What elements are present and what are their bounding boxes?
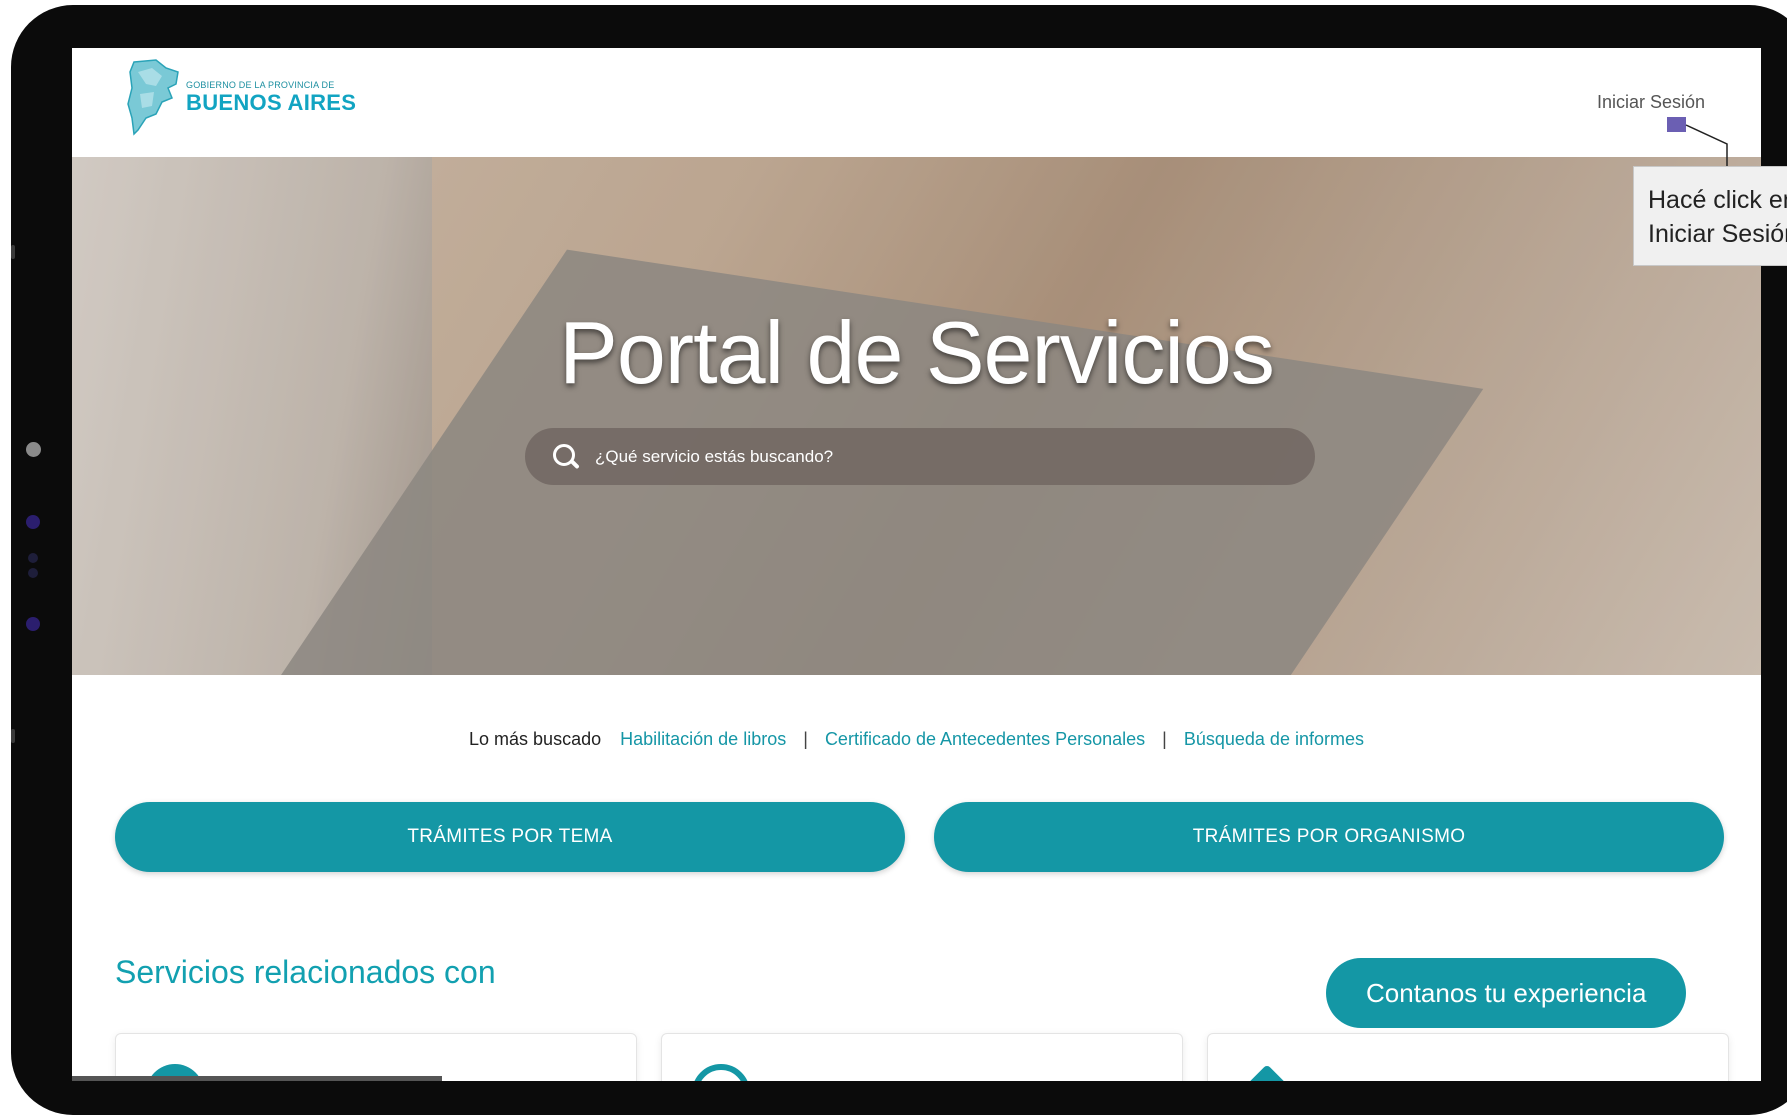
tooltip-line-1: Hacé click en xyxy=(1648,186,1787,214)
tutorial-tooltip: Hacé click en Iniciar Sesión xyxy=(1633,166,1787,266)
tooltip-line-2: Iniciar Sesión xyxy=(1648,220,1787,248)
tooltip-connector xyxy=(1685,124,1728,166)
